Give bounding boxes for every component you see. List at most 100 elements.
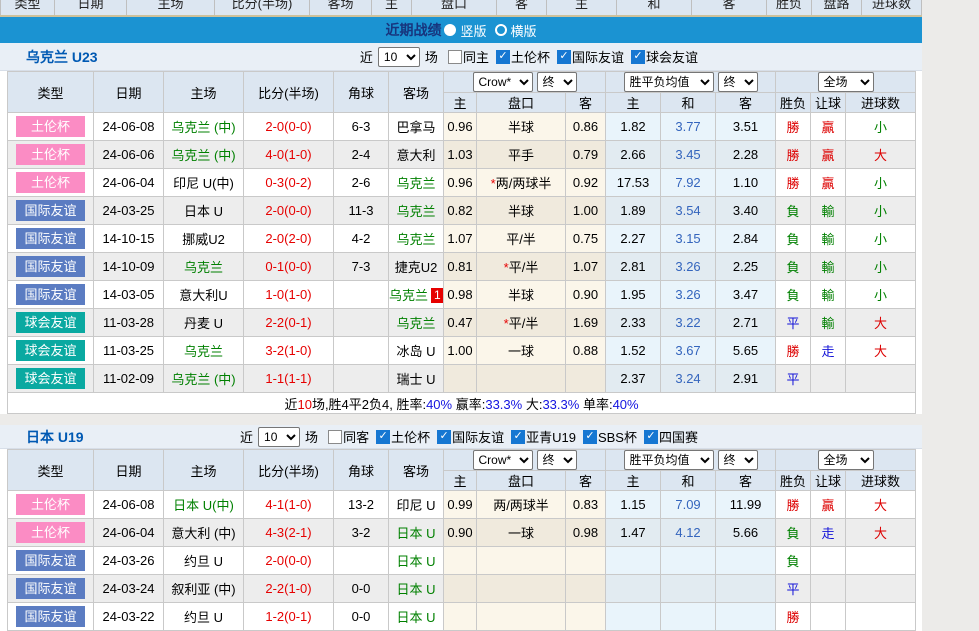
same-venue-checkbox[interactable] [328,430,342,444]
away-team-link[interactable]: 意大利 [396,148,435,163]
same-venue-label[interactable]: 同客 [343,427,369,446]
goals-result-cell: 小 [846,113,916,141]
win-lose-result-cell: 勝 [776,141,811,169]
handicap-cell: 平手 [477,141,566,169]
away-team-cell: 捷克U2 [389,253,444,281]
home-team-link[interactable]: 意大利 (中) [171,526,235,541]
europe-draw-odds: 3.45 [661,141,716,169]
league-filter-checkbox[interactable]: ✓ [631,50,645,64]
league-filter-label[interactable]: 国际友谊 [572,47,624,66]
home-team-link[interactable]: 乌克兰 (中) [171,120,235,135]
section-ukraine-u23: 乌克兰 U23近10场同主✓土伦杯✓国际友谊✓球会友谊类型日期主场比分(半场)角… [0,43,922,414]
home-team-cell: 意大利 (中) [164,519,244,547]
bookmaker-select[interactable]: Crow* [473,72,533,92]
league-filter-label[interactable]: 球会友谊 [646,47,698,66]
same-venue-checkbox[interactable] [448,50,462,64]
half-score: (2-0) [284,231,311,246]
home-team-link[interactable]: 叙利亚 (中) [171,582,235,597]
away-team-link[interactable]: 乌克兰 [396,204,435,219]
layout-radio-horizontal[interactable] [495,24,507,36]
handicap-result: 贏 [822,148,835,163]
league-filter-label[interactable]: 国际友谊 [452,427,504,446]
home-team-link[interactable]: 乌克兰 [184,344,223,359]
column-header: 客 [716,471,776,491]
league-filter-label[interactable]: 土伦杯 [511,47,550,66]
home-team-link[interactable]: 印尼 U(中) [173,176,234,191]
scope-select[interactable]: 全场 [818,450,874,470]
scope-select[interactable]: 全场 [818,72,874,92]
away-team-link[interactable]: 瑞士 U [396,372,435,387]
corner-cell [334,365,389,393]
home-team-link[interactable]: 乌克兰 (中) [171,148,235,163]
column-header: 胜负 [767,0,812,17]
match-count-select[interactable]: 10 [378,47,420,67]
home-team-link[interactable]: 乌克兰 [184,260,223,275]
layout-radio-horizontal-label[interactable]: 横版 [511,21,537,40]
league-filter-label[interactable]: 四国赛 [659,427,698,446]
away-team-link[interactable]: 乌克兰 [396,316,435,331]
away-team-link[interactable]: 日本 U [396,526,435,541]
league-filter-label[interactable]: 亚青U19 [526,427,576,446]
away-team-link[interactable]: 乌克兰 [396,232,435,247]
home-team-link[interactable]: 意大利U [179,288,227,303]
home-team-link[interactable]: 挪威U2 [182,232,225,247]
away-team-link[interactable]: 捷克U2 [395,260,438,275]
home-team-link[interactable]: 乌克兰 (中) [171,372,235,387]
win-lose-result: 負 [787,204,800,219]
away-team-link[interactable]: 日本 U [396,610,435,625]
corner-cell: 6-3 [334,113,389,141]
away-team-link[interactable]: 乌克兰 [396,176,435,191]
home-team-link[interactable]: 约旦 U [184,554,223,569]
same-venue-label[interactable]: 同主 [463,47,489,66]
home-team-link[interactable]: 日本 U(中) [173,498,234,513]
handicap-final-select[interactable]: 终 [537,72,577,92]
home-team-cell: 乌克兰 [164,253,244,281]
league-filter-checkbox[interactable]: ✓ [511,430,525,444]
home-team-link[interactable]: 约旦 U [184,610,223,625]
handicap-result-cell: 贏 [811,141,846,169]
league-filter-checkbox[interactable]: ✓ [437,430,451,444]
header-group-row: 类型日期主场比分(半场)角球客场Crow*终胜平负均值终全场 [8,72,916,93]
league-filter-checkbox[interactable]: ✓ [583,430,597,444]
bookmaker-select[interactable]: Crow* [473,450,533,470]
odds-type-select[interactable]: 胜平负均值 [624,72,714,92]
league-filter-label[interactable]: 土伦杯 [391,427,430,446]
europe-home-odds: 17.53 [606,169,661,197]
league-cell: 国际友谊 [8,281,94,309]
date-cell: 24-06-08 [94,113,164,141]
europe-draw-odds: 3.26 [661,253,716,281]
win-lose-result-cell: 負 [776,225,811,253]
away-team-link[interactable]: 冰岛 U [396,344,435,359]
europe-final-select[interactable]: 终 [718,450,758,470]
away-team-link[interactable]: 巴拿马 [396,120,435,135]
match-count-select[interactable]: 10 [258,427,300,447]
away-handicap-odds [566,365,606,393]
home-team-link[interactable]: 丹麦 U [184,316,223,331]
away-team-link[interactable]: 印尼 U [396,498,435,513]
league-tag: 球会友谊 [16,368,85,389]
match-row: 国际友谊24-03-26约旦 U2-0(0-0)日本 U負 [8,547,916,575]
away-team-link[interactable]: 日本 U [396,582,435,597]
layout-radio-vertical[interactable] [444,24,456,36]
odds-type-select[interactable]: 胜平负均值 [624,450,714,470]
league-filter-checkbox[interactable]: ✓ [496,50,510,64]
league-filter-checkbox[interactable]: ✓ [644,430,658,444]
summary-segment: 10 [297,397,311,412]
league-filter-label[interactable]: SBS杯 [598,427,637,446]
europe-away-odds: 2.71 [716,309,776,337]
win-lose-result-cell: 平 [776,309,811,337]
half-score: (0-0) [284,553,311,568]
handicap-final-select[interactable]: 终 [537,450,577,470]
section-header: 乌克兰 U23近10场同主✓土伦杯✓国际友谊✓球会友谊 [0,43,922,71]
home-team-link[interactable]: 日本 U [184,204,223,219]
league-filter-checkbox[interactable]: ✓ [557,50,571,64]
europe-final-select[interactable]: 终 [718,72,758,92]
layout-radio-vertical-label[interactable]: 竖版 [460,21,486,40]
away-team-link[interactable]: 日本 U [396,554,435,569]
away-team-link[interactable]: 乌克兰 [389,288,428,303]
europe-home-odds: 1.47 [606,519,661,547]
red-card-badge: 1 [431,288,443,303]
league-filter-checkbox[interactable]: ✓ [376,430,390,444]
handicap-cell: 半球 [477,113,566,141]
column-header: 比分(半场) [244,72,334,113]
